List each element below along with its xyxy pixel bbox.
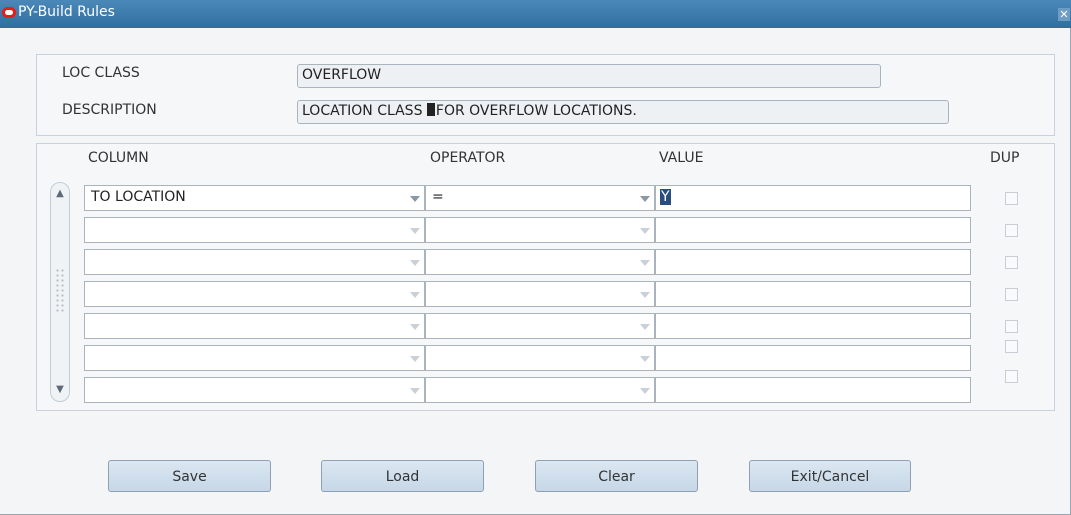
row-1-column-select[interactable]: TO LOCATION: [84, 185, 425, 211]
dropdown-arrow-icon[interactable]: [640, 260, 650, 266]
oracle-logo-icon: [2, 7, 16, 18]
row-4-value-input[interactable]: [655, 281, 971, 307]
dropdown-arrow-icon[interactable]: [410, 356, 420, 362]
description-label: DESCRIPTION: [62, 102, 157, 118]
row-7-operator-select[interactable]: [425, 377, 655, 403]
row-7-value-input[interactable]: [655, 377, 971, 403]
title-bar: PY-Build Rules ✕: [0, 0, 1071, 28]
clear-button[interactable]: Clear: [535, 460, 698, 492]
row-2-column-select[interactable]: [84, 217, 425, 243]
description-field[interactable]: LOCATION CLASS FOR OVERFLOW LOCATIONS.: [297, 100, 949, 124]
dropdown-arrow-icon[interactable]: [640, 292, 650, 298]
row-7-dup-checkbox[interactable]: [1005, 370, 1018, 383]
row-5-value-input[interactable]: [655, 313, 971, 339]
load-button[interactable]: Load: [321, 460, 484, 492]
row-1-operator-value: =: [432, 189, 444, 205]
close-icon[interactable]: ✕: [1058, 8, 1070, 21]
row-5-column-select[interactable]: [84, 313, 425, 339]
loc-class-value: OVERFLOW: [302, 67, 382, 83]
row-3-operator-select[interactable]: [425, 249, 655, 275]
loc-class-label: LOC CLASS: [62, 65, 140, 81]
description-text-after: FOR OVERFLOW LOCATIONS.: [435, 103, 637, 119]
description-text-before: LOCATION CLASS: [302, 103, 427, 119]
row-4-dup-checkbox[interactable]: [1005, 288, 1018, 301]
loc-class-field: OVERFLOW: [297, 64, 881, 88]
scroll-down-icon[interactable]: ▼: [53, 383, 67, 397]
dropdown-arrow-icon[interactable]: [640, 356, 650, 362]
dropdown-arrow-icon[interactable]: [410, 292, 420, 298]
dropdown-arrow-icon[interactable]: [640, 228, 650, 234]
row-2-value-input[interactable]: [655, 217, 971, 243]
row-3-value-input[interactable]: [655, 249, 971, 275]
row-4-operator-select[interactable]: [425, 281, 655, 307]
dropdown-arrow-icon[interactable]: [640, 196, 650, 202]
row-6-dup-checkbox[interactable]: [1005, 340, 1018, 353]
row-2-dup-checkbox[interactable]: [1005, 224, 1018, 237]
row-1-dup-checkbox[interactable]: [1005, 192, 1018, 205]
row-7-column-select[interactable]: [84, 377, 425, 403]
dropdown-arrow-icon[interactable]: [410, 196, 420, 202]
row-3-dup-checkbox[interactable]: [1005, 256, 1018, 269]
value-header: VALUE: [659, 150, 704, 166]
dropdown-arrow-icon[interactable]: [410, 228, 420, 234]
column-header: COLUMN: [88, 150, 149, 166]
scroll-grip[interactable]: [55, 268, 65, 313]
save-button[interactable]: Save: [108, 460, 271, 492]
window-title: PY-Build Rules: [18, 4, 115, 20]
grid-scrollbar[interactable]: ▲ ▼: [50, 182, 70, 402]
row-4-column-select[interactable]: [84, 281, 425, 307]
row-5-dup-checkbox[interactable]: [1005, 320, 1018, 333]
row-1-operator-select[interactable]: =: [425, 185, 655, 211]
text-cursor: [426, 103, 435, 116]
row-6-operator-select[interactable]: [425, 345, 655, 371]
dropdown-arrow-icon[interactable]: [410, 260, 420, 266]
operator-header: OPERATOR: [430, 150, 506, 166]
row-1-value-text: Y: [660, 189, 671, 205]
scroll-up-icon[interactable]: ▲: [53, 187, 67, 201]
row-6-column-select[interactable]: [84, 345, 425, 371]
dropdown-arrow-icon[interactable]: [640, 388, 650, 394]
exit-cancel-button[interactable]: Exit/Cancel: [749, 460, 911, 492]
row-5-operator-select[interactable]: [425, 313, 655, 339]
dropdown-arrow-icon[interactable]: [410, 324, 420, 330]
row-3-column-select[interactable]: [84, 249, 425, 275]
dup-header: DUP: [990, 150, 1020, 166]
py-build-rules-window: PY-Build Rules ✕ LOC CLASS OVERFLOW DESC…: [0, 0, 1071, 515]
dropdown-arrow-icon[interactable]: [410, 388, 420, 394]
row-2-operator-select[interactable]: [425, 217, 655, 243]
row-1-value-input[interactable]: Y: [655, 185, 971, 211]
row-1-column-value: TO LOCATION: [91, 189, 186, 205]
dropdown-arrow-icon[interactable]: [640, 324, 650, 330]
row-6-value-input[interactable]: [655, 345, 971, 371]
